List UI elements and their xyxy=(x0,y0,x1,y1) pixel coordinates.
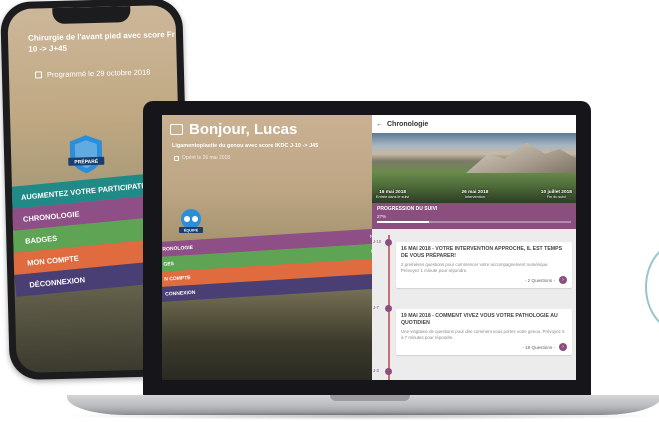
menu-item-label: CONNEXION xyxy=(165,289,196,298)
milestone-caption: Entrée dans le suivi xyxy=(376,195,410,199)
greeting-text: Bonjour, Lucas xyxy=(189,121,298,138)
timeline-card-2[interactable]: 19 MAI 2018 - COMMENT VIVEZ VOUS VOTRE P… xyxy=(396,309,572,356)
milestone-caption: Intervention xyxy=(465,195,485,199)
phone-menu-label: CHRONOLOGIE xyxy=(22,208,80,224)
timeline-marker-label: J-10 xyxy=(373,239,382,244)
card-title: 16 MAI 2018 - VOTRE INTERVENTION APPROCH… xyxy=(401,246,563,259)
operation-date: Opéré le 26 mai 2018 xyxy=(174,155,230,161)
phone-menu-label: BADGES xyxy=(24,233,58,246)
milestone-caption: Fin du suivi xyxy=(546,195,566,199)
progress-section: PROGRESSION DU SUIVI 27% xyxy=(372,203,576,229)
phone-notch xyxy=(52,6,131,25)
chronologie-title: Chronologie xyxy=(387,120,429,128)
phone-procedure-title: Chirurgie de l'avant pied avec score Fr … xyxy=(27,29,185,54)
calendar-icon xyxy=(34,71,43,79)
progress-label: PROGRESSION DU SUIVI xyxy=(377,206,438,212)
chronologie-header: ← Chronologie xyxy=(372,115,576,133)
back-arrow-icon[interactable]: ← xyxy=(376,121,383,128)
menu-item-label: N COMPTE xyxy=(164,274,191,283)
chronologie-pane: ← Chronologie 16 mai 2018 Entrée dans le… xyxy=(372,115,576,380)
timeline-card-1[interactable]: 16 MAI 2018 - VOTRE INTERVENTION APPROCH… xyxy=(396,242,572,289)
go-arrow-button[interactable]: › xyxy=(559,343,567,352)
operation-date-text: Opéré le 26 mai 2018 xyxy=(182,155,231,161)
mountain-shape xyxy=(466,142,576,173)
progress-bar-fill xyxy=(377,221,430,223)
phone-scheduled-date: Programmé le 29 octobre 2018 xyxy=(34,67,151,80)
question-count: - 19 Questions - xyxy=(522,344,555,350)
phone-menu-label: MON COMPTE xyxy=(26,253,80,268)
dashboard-menu: RONOLOGIE › GES › N COMPTE › CONNEXION › xyxy=(162,228,372,302)
chat-icon xyxy=(170,124,183,135)
phone-scheduled-text: Programmé le 29 octobre 2018 xyxy=(46,67,151,80)
dashboard-left-pane: Bonjour, Lucas Ligamentoplastie du genou… xyxy=(162,115,372,380)
device-mockup: Chirurgie de l'avant pied avec score Fr … xyxy=(0,0,659,422)
progress-value: 27% xyxy=(377,214,387,219)
milestone-start: 16 mai 2018 Entrée dans le suivi xyxy=(376,190,409,199)
timeline-marker-label: J-3 xyxy=(373,368,379,373)
decorative-circle xyxy=(645,242,659,332)
timeline-dot xyxy=(385,368,392,375)
laptop-screen: Bonjour, Lucas Ligamentoplastie du genou… xyxy=(162,115,576,380)
timeline-dot xyxy=(385,305,392,312)
shield-badge-icon: PRÉPARÉ xyxy=(68,135,105,174)
go-arrow-button[interactable]: › xyxy=(559,276,567,285)
greeting-heading: Bonjour, Lucas xyxy=(170,121,297,138)
card-body: 2 premières questions pour commencer vot… xyxy=(401,262,549,273)
timeline-dot xyxy=(385,239,392,246)
progress-bar xyxy=(377,221,571,223)
menu-item-label: GES xyxy=(163,260,175,268)
milestone-end: 10 juillet 2018 Fin du suivi xyxy=(541,190,572,199)
menu-item-label: RONOLOGIE xyxy=(162,244,194,253)
laptop-shadow xyxy=(60,412,659,420)
card-footer: - 2 Questions - › xyxy=(401,276,567,285)
equipped-badge-label: ÉQUIPÉ xyxy=(184,228,199,233)
hero-landscape-image: 16 mai 2018 Entrée dans le suivi 26 mai … xyxy=(372,133,576,203)
laptop-opening-notch xyxy=(330,395,410,401)
procedure-subtitle: Ligamentoplastie du genou avec score IKD… xyxy=(172,143,319,149)
phone-menu-label: DÉCONNEXION xyxy=(28,274,86,290)
timeline-marker-label: J-7 xyxy=(373,305,379,310)
calendar-icon xyxy=(174,155,179,161)
equipped-badge-icon: ÉQUIPÉ xyxy=(179,209,203,233)
card-body: Une vingtaine de questions pour dire com… xyxy=(401,329,565,340)
hero-milestones: 16 mai 2018 Entrée dans le suivi 26 mai … xyxy=(372,190,576,199)
card-footer: - 19 Questions - › xyxy=(401,343,567,352)
question-count: - 2 Questions - xyxy=(524,277,555,283)
milestone-surgery: 26 mai 2018 Intervention xyxy=(461,190,488,199)
card-title: 19 MAI 2018 - COMMENT VIVEZ VOUS VOTRE P… xyxy=(401,313,558,326)
